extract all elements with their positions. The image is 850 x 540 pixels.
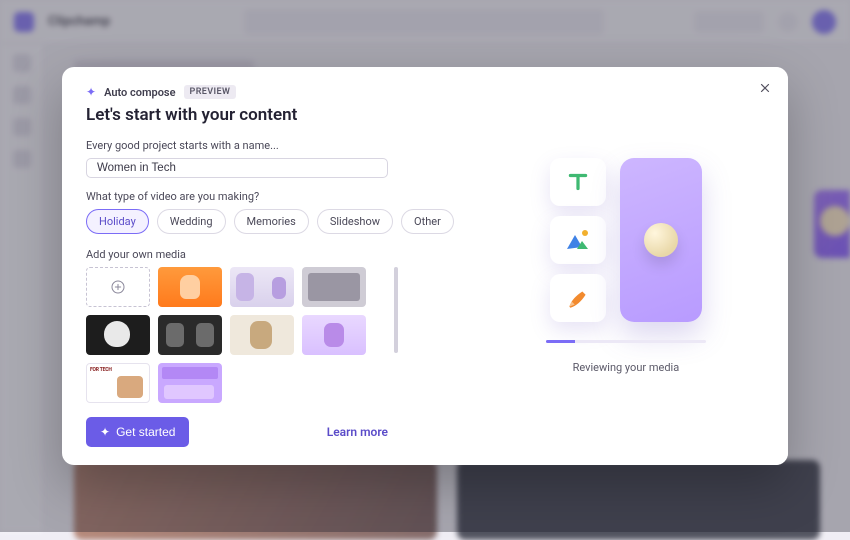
- add-media-button[interactable]: [86, 267, 150, 307]
- media-thumb[interactable]: [158, 363, 222, 403]
- type-chip-holiday[interactable]: Holiday: [86, 209, 149, 234]
- preview-badge: PREVIEW: [184, 85, 237, 99]
- status-text: Reviewing your media: [573, 361, 680, 374]
- auto-compose-dialog: ✦ Auto compose PREVIEW Let's start with …: [62, 67, 788, 465]
- media-thumb[interactable]: [86, 315, 150, 355]
- sphere-icon: [644, 223, 678, 257]
- media-scrollbar[interactable]: [394, 267, 398, 353]
- learn-more-link[interactable]: Learn more: [327, 425, 388, 439]
- close-icon: [758, 81, 772, 95]
- media-thumb[interactable]: [230, 267, 294, 307]
- image-card-icon: [550, 216, 606, 264]
- media-thumb[interactable]: [230, 315, 294, 355]
- media-thumb[interactable]: [86, 363, 150, 403]
- sparkle-icon: ✦: [86, 85, 96, 99]
- media-label: Add your own media: [86, 248, 454, 261]
- media-grid: [86, 267, 392, 403]
- name-label: Every good project starts with a name...: [86, 139, 454, 152]
- media-thumb[interactable]: [158, 315, 222, 355]
- illustration: [550, 158, 702, 322]
- dialog-right-panel: Reviewing your media: [464, 67, 788, 465]
- progress-bar: [546, 340, 706, 343]
- feature-name: Auto compose: [104, 86, 175, 99]
- type-chip-slideshow[interactable]: Slideshow: [317, 209, 393, 234]
- type-chip-memories[interactable]: Memories: [234, 209, 309, 234]
- type-chip-wedding[interactable]: Wedding: [157, 209, 226, 234]
- close-button[interactable]: [754, 77, 776, 99]
- dialog-left-panel: ✦ Auto compose PREVIEW Let's start with …: [62, 67, 464, 465]
- media-thumb[interactable]: [158, 267, 222, 307]
- media-thumb[interactable]: [302, 267, 366, 307]
- pencil-card-icon: [550, 274, 606, 322]
- dialog-heading: Let's start with your content: [86, 105, 454, 125]
- get-started-label: Get started: [116, 425, 175, 439]
- text-card-icon: [550, 158, 606, 206]
- get-started-button[interactable]: ✦ Get started: [86, 417, 189, 447]
- type-chip-other[interactable]: Other: [401, 209, 454, 234]
- project-name-input[interactable]: [86, 158, 388, 178]
- preview-card: [620, 158, 702, 322]
- type-label: What type of video are you making?: [86, 190, 454, 203]
- type-chip-group: Holiday Wedding Memories Slideshow Other: [86, 209, 454, 234]
- plus-circle-icon: [110, 279, 126, 295]
- modal-overlay: ✦ Auto compose PREVIEW Let's start with …: [0, 0, 850, 532]
- sparkle-icon: ✦: [100, 425, 110, 439]
- media-thumb[interactable]: [302, 315, 366, 355]
